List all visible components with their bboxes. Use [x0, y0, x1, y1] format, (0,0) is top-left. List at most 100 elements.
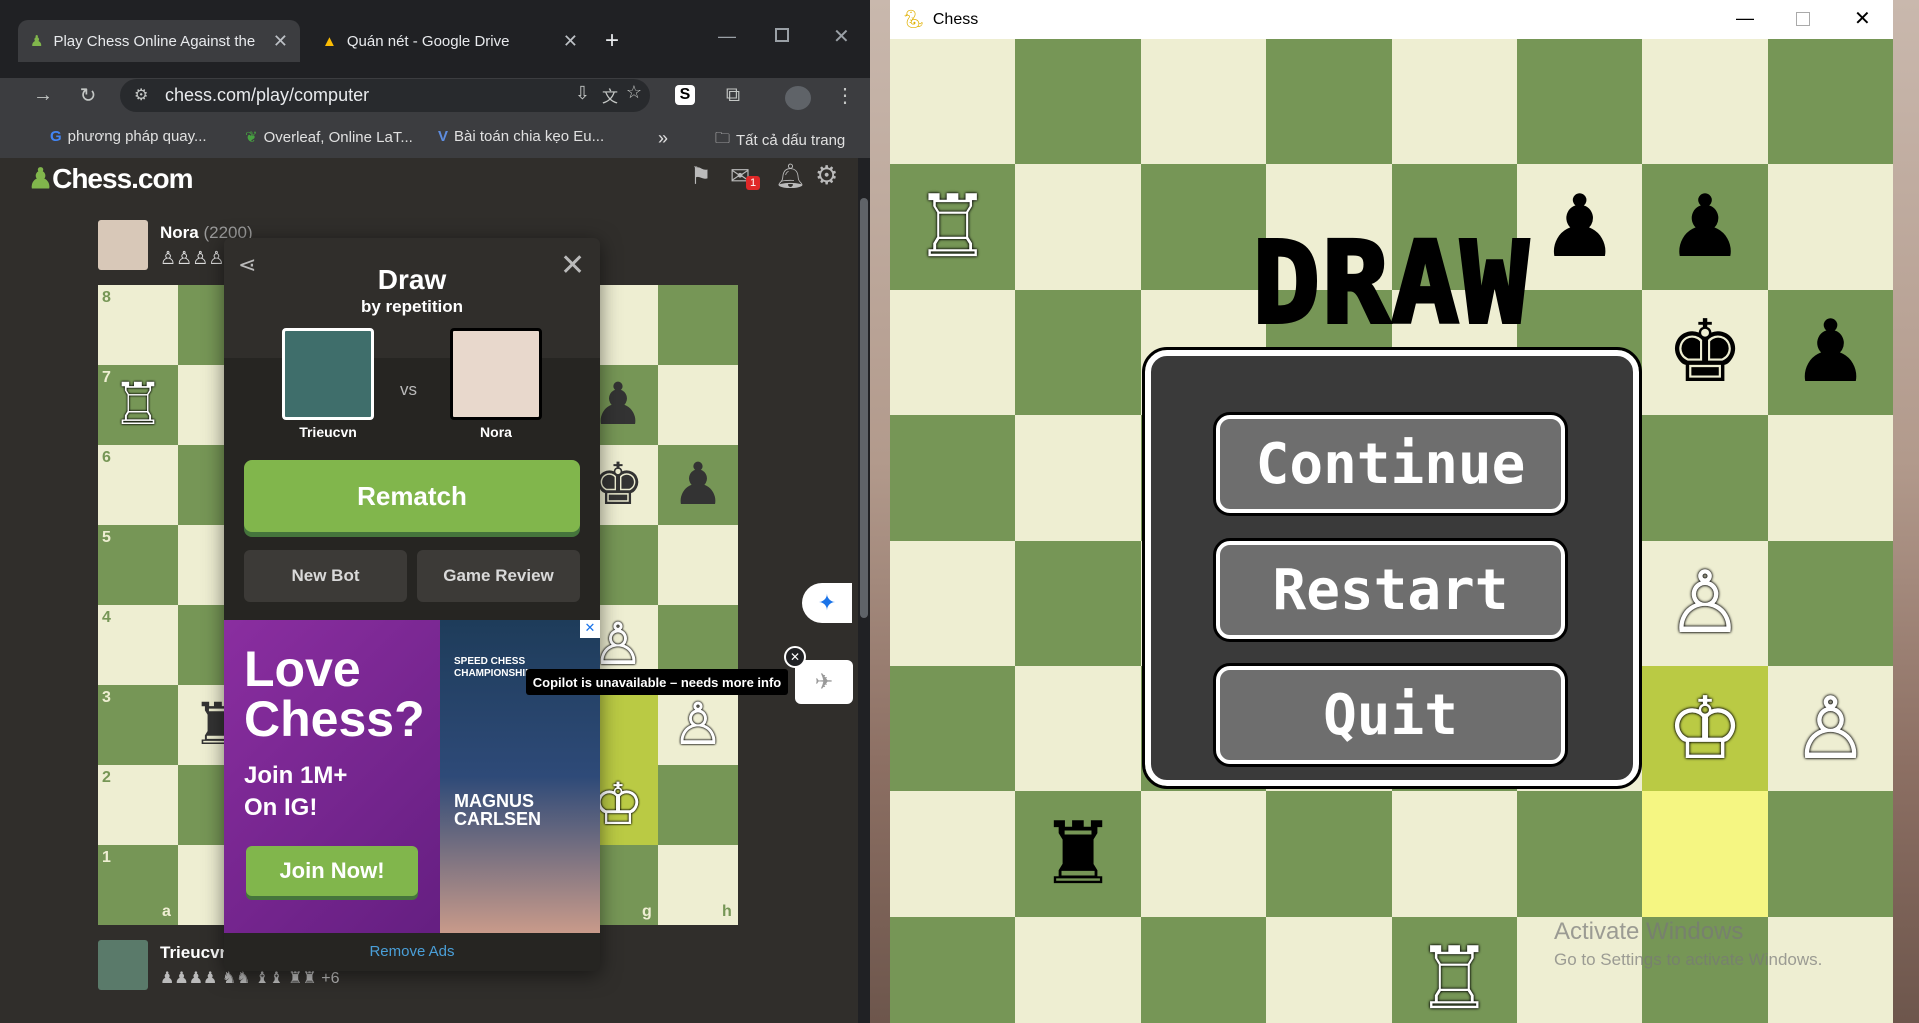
- new-tab-button[interactable]: +: [605, 27, 619, 55]
- board-square[interactable]: [658, 365, 738, 445]
- join-now-button[interactable]: Join Now!: [246, 846, 418, 896]
- close-icon[interactable]: ✕: [784, 646, 806, 668]
- chess-piece[interactable]: ♙: [658, 685, 738, 765]
- board-square[interactable]: [658, 285, 738, 365]
- chesscom-logo[interactable]: ♟Chess.com: [28, 162, 194, 195]
- board-square[interactable]: [1642, 791, 1769, 918]
- board-square[interactable]: [1767, 39, 1893, 166]
- remove-ads-link[interactable]: Remove Ads: [224, 943, 600, 960]
- board-square[interactable]: [890, 666, 1017, 793]
- opponent-avatar: [450, 328, 542, 420]
- window-title: Chess: [932, 10, 979, 28]
- copilot-button[interactable]: ✈: [795, 660, 853, 704]
- board-square[interactable]: [1015, 540, 1142, 667]
- board-square[interactable]: [1391, 791, 1518, 918]
- board-square[interactable]: [658, 765, 738, 845]
- puzzle-icon[interactable]: ⚑: [690, 162, 712, 191]
- board-square[interactable]: [658, 525, 738, 605]
- chess-piece[interactable]: ♟: [658, 445, 738, 525]
- board-square[interactable]: [890, 791, 1017, 918]
- address-bar[interactable]: ⚙ chess.com/play/computer ⇩ 文 ☆: [120, 79, 650, 112]
- chess-piece[interactable]: ♙: [1768, 666, 1893, 791]
- board-square[interactable]: [1015, 916, 1142, 1023]
- board-square[interactable]: [1517, 791, 1644, 918]
- captured-pieces: ♙♙♙♙: [160, 248, 225, 268]
- file-label: g: [642, 903, 652, 920]
- chess-piece[interactable]: ♙: [1642, 541, 1767, 666]
- game-review-button[interactable]: Game Review: [417, 550, 580, 602]
- minimize-icon[interactable]: —: [718, 26, 736, 47]
- star-icon[interactable]: ☆: [626, 82, 642, 103]
- board-square[interactable]: [1642, 39, 1769, 166]
- translate-icon[interactable]: 文: [602, 83, 618, 107]
- site-info-icon[interactable]: ⚙: [134, 85, 148, 105]
- bookmarks-more-button[interactable]: »: [658, 128, 668, 149]
- advertisement[interactable]: Love Chess? Join 1M+ On IG! Join Now! SPEE…: [224, 620, 600, 933]
- rank-label: 6: [102, 449, 111, 466]
- chess-piece[interactable]: ♔: [1642, 666, 1767, 791]
- continue-button[interactable]: Continue: [1213, 412, 1568, 516]
- player2-name: Nora: [480, 424, 512, 440]
- board-square[interactable]: [1015, 666, 1142, 793]
- board-square[interactable]: [890, 415, 1017, 542]
- ad-headline: Love Chess?: [244, 641, 425, 747]
- extensions-icon[interactable]: ⧉: [720, 82, 746, 108]
- restart-button[interactable]: Restart: [1213, 538, 1568, 642]
- close-icon[interactable]: ✕: [1854, 6, 1871, 31]
- bell-icon[interactable]: 🔔︎: [775, 162, 805, 191]
- install-icon[interactable]: ⇩: [575, 83, 590, 104]
- board-square[interactable]: [1767, 540, 1893, 667]
- extension-s-icon[interactable]: S: [675, 85, 695, 105]
- board-square[interactable]: [1140, 916, 1268, 1023]
- copilot-icon[interactable]: ✦: [802, 583, 852, 623]
- maximize-icon[interactable]: [775, 28, 789, 42]
- bookmark-item[interactable]: Gphương pháp quay...: [50, 128, 207, 145]
- menu-icon[interactable]: ⋮: [832, 82, 858, 108]
- board-square[interactable]: [1266, 916, 1393, 1023]
- settings-icon[interactable]: ⚙: [815, 160, 838, 191]
- board-square[interactable]: [1767, 415, 1893, 542]
- ad-close-icon[interactable]: ✕: [580, 620, 600, 638]
- chess-piece[interactable]: ♜: [1015, 791, 1140, 916]
- forward-icon[interactable]: →: [30, 82, 56, 108]
- browser-window: ♟ Play Chess Online Against the ✕ ▲ Quán…: [0, 0, 870, 1023]
- quit-button[interactable]: Quit: [1213, 663, 1568, 767]
- board-square[interactable]: [890, 39, 1017, 166]
- board-square[interactable]: [1015, 415, 1142, 542]
- activate-windows-subtitle: Go to Settings to activate Windows.: [1554, 950, 1823, 969]
- board-square[interactable]: [1015, 39, 1142, 166]
- tab-strip: ♟ Play Chess Online Against the ✕ ▲ Quán…: [0, 0, 870, 78]
- v-icon: V: [438, 128, 449, 145]
- rank-label: 1: [102, 849, 111, 866]
- maximize-icon[interactable]: [1796, 12, 1810, 26]
- chess-piece[interactable]: ♖: [98, 365, 178, 445]
- board-square[interactable]: [1767, 791, 1893, 918]
- board-square[interactable]: [1140, 39, 1268, 166]
- board-square[interactable]: [1517, 39, 1644, 166]
- new-bot-button[interactable]: New Bot: [244, 550, 407, 602]
- close-icon[interactable]: ✕: [273, 31, 288, 52]
- board-square[interactable]: [890, 916, 1017, 1023]
- board-square[interactable]: [1642, 415, 1769, 542]
- tab-chess[interactable]: ♟ Play Chess Online Against the ✕: [18, 20, 300, 62]
- board-square[interactable]: [1391, 39, 1518, 166]
- board-square[interactable]: [1266, 39, 1393, 166]
- board-square[interactable]: [1266, 791, 1393, 918]
- bookmark-item[interactable]: ❦ Overleaf, Online LaT...: [245, 128, 413, 147]
- reload-icon[interactable]: ↻: [75, 82, 101, 108]
- all-bookmarks-button[interactable]: 🗀 Tất cả dấu trang: [715, 128, 845, 153]
- board-square[interactable]: [890, 540, 1017, 667]
- minimize-icon[interactable]: —: [1736, 8, 1754, 29]
- scrollbar[interactable]: [858, 158, 870, 1023]
- close-icon[interactable]: ✕: [833, 24, 850, 49]
- ad-name: MAGNUS CARLSEN: [454, 791, 542, 829]
- modal-subtitle: by repetition: [360, 297, 463, 316]
- bookmark-item[interactable]: V Bài toán chia kẹo Eu...: [438, 128, 604, 145]
- avatar[interactable]: [785, 86, 811, 110]
- board-square[interactable]: [1140, 791, 1268, 918]
- tab-drive[interactable]: ▲ Quán nét - Google Drive ✕: [310, 20, 590, 62]
- rank-label: 2: [102, 769, 111, 786]
- close-icon[interactable]: ✕: [563, 31, 578, 52]
- rematch-button[interactable]: Rematch: [244, 460, 580, 532]
- chess-piece[interactable]: ♖: [1392, 917, 1517, 1023]
